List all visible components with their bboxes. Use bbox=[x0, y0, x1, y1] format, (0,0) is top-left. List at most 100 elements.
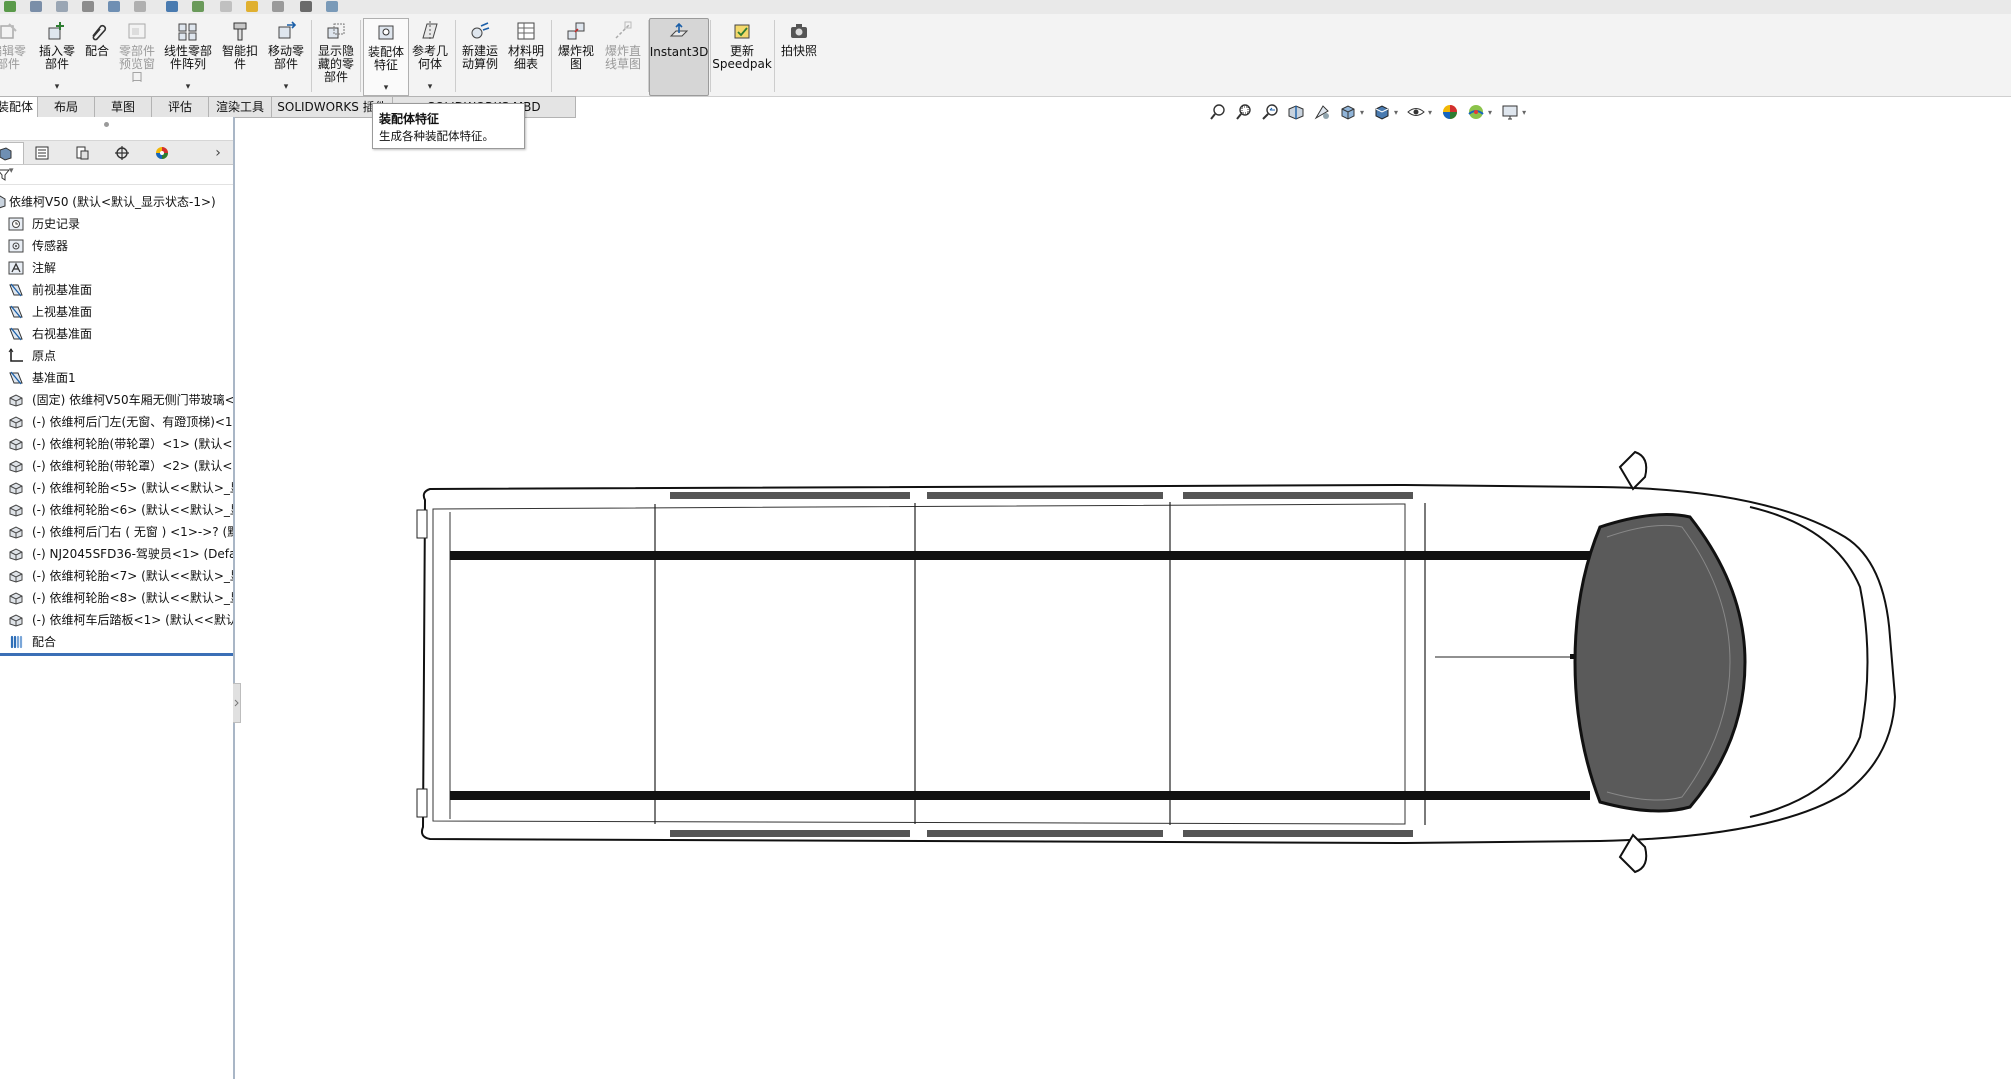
tree-item[interactable]: (-) 依维柯车后踏板<1> (默认<<默认 bbox=[0, 609, 233, 631]
ribbon-label: 移动零 部件 bbox=[267, 44, 304, 71]
panel-grip[interactable] bbox=[104, 122, 109, 127]
tree-item-label: (-) 依维柯后门右 ( 无窗 ) <1>->? (默 bbox=[32, 525, 233, 539]
tree-root[interactable]: 依维柯V50 (默认<默认_显示状态-1>) bbox=[0, 191, 233, 213]
tree-item[interactable]: 原点 bbox=[0, 345, 233, 367]
ribbon-divider bbox=[551, 20, 552, 92]
side-window bbox=[670, 492, 910, 499]
paperclip-icon bbox=[86, 20, 108, 42]
quick-icon[interactable] bbox=[246, 1, 258, 12]
tree-item-label: 前视基准面 bbox=[32, 283, 93, 297]
exploded-view-button[interactable]: 爆炸视 图 bbox=[554, 18, 598, 94]
tree-item[interactable]: (-) 依维柯轮胎<8> (默认<<默认>_显 bbox=[0, 587, 233, 609]
assembly-features-button[interactable]: 装配体 特征 ▾ bbox=[363, 18, 409, 96]
insert-component-icon bbox=[46, 20, 68, 42]
tree-item-label: (-) 依维柯轮胎<7> (默认<<默认>_显 bbox=[32, 569, 233, 583]
chevron-down-icon[interactable]: ▾ bbox=[1428, 108, 1432, 117]
chevron-down-icon[interactable]: ▾ bbox=[1522, 108, 1526, 117]
side-window bbox=[1183, 492, 1413, 499]
tree-item-label: (-) 依维柯轮胎(带轮罩）<1> (默认<< bbox=[32, 437, 233, 451]
property-manager-tab[interactable] bbox=[24, 142, 60, 163]
tree-item[interactable]: (-) 依维柯轮胎<6> (默认<<默认>_显 bbox=[0, 499, 233, 521]
chevron-down-icon[interactable]: ▾ bbox=[186, 81, 191, 94]
chevron-down-icon[interactable]: ▾ bbox=[1394, 108, 1398, 117]
tree-item[interactable]: (-) 依维柯轮胎<7> (默认<<默认>_显 bbox=[0, 565, 233, 587]
component-preview-button[interactable]: 零部件 预览窗 口 bbox=[114, 18, 160, 94]
quick-icon[interactable] bbox=[220, 1, 232, 12]
edit-component-button[interactable]: 编辑零 部件 bbox=[0, 18, 30, 94]
chevron-down-icon[interactable]: ▾ bbox=[55, 81, 60, 94]
tree-item[interactable]: 右视基准面 bbox=[0, 323, 233, 345]
chevron-down-icon[interactable]: ▾ bbox=[284, 81, 289, 94]
ribbon-label: 显示隐 藏的零 部件 bbox=[317, 44, 354, 84]
tree-item[interactable]: (-) 依维柯轮胎<5> (默认<<默认>_显 bbox=[0, 477, 233, 499]
quick-access-strip bbox=[0, 0, 2011, 15]
move-icon bbox=[275, 20, 297, 42]
display-manager-tab[interactable] bbox=[144, 142, 180, 163]
linear-pattern-button[interactable]: 线性零部 件阵列 ▾ bbox=[160, 18, 216, 94]
smart-fasteners-button[interactable]: 智能扣 件 bbox=[218, 18, 262, 94]
feature-manager-tab[interactable] bbox=[0, 142, 24, 164]
tree-item[interactable]: (-) 依维柯轮胎(带轮罩）<1> (默认<< bbox=[0, 433, 233, 455]
tree-item[interactable]: (-) 依维柯轮胎(带轮罩）<2> (默认<< bbox=[0, 455, 233, 477]
tree-item[interactable]: (-) 依维柯后门右 ( 无窗 ) <1>->? (默 bbox=[0, 521, 233, 543]
tree-item[interactable]: (-) 依维柯后门左(无窗、有蹬顶梯)<1: bbox=[0, 411, 233, 433]
show-hidden-components-button[interactable]: 显示隐 藏的零 部件 bbox=[314, 18, 358, 94]
reference-geometry-button[interactable]: 参考几 何体 ▾ bbox=[408, 18, 452, 94]
explode-line-sketch-button[interactable]: 爆炸直 线草图 bbox=[600, 18, 646, 94]
tree-item[interactable]: 配合 bbox=[0, 631, 233, 653]
tab-assembly[interactable]: 装配体 bbox=[0, 96, 38, 118]
chevron-down-icon[interactable]: ▾ bbox=[384, 82, 389, 95]
insert-component-button[interactable]: 插入零 部件 ▾ bbox=[34, 18, 80, 94]
quick-icon[interactable] bbox=[192, 1, 204, 12]
quick-icon[interactable] bbox=[134, 1, 146, 12]
quick-icon[interactable] bbox=[300, 1, 312, 12]
dimxpert-manager-tab[interactable] bbox=[104, 142, 140, 163]
update-speedpak-button[interactable]: 更新 Speedpak bbox=[712, 18, 772, 94]
tree-rollback-bar[interactable] bbox=[0, 653, 233, 656]
ribbon-label: 线性零部 件阵列 bbox=[163, 44, 212, 71]
tree-item[interactable]: 注解 bbox=[0, 257, 233, 279]
annotation-icon bbox=[8, 260, 24, 276]
graphics-area[interactable] bbox=[235, 117, 2011, 1079]
quick-icon[interactable] bbox=[56, 1, 68, 12]
chevron-right-icon[interactable]: › bbox=[206, 142, 230, 163]
tree-item[interactable]: 传感器 bbox=[0, 235, 233, 257]
tree-item[interactable]: 历史记录 bbox=[0, 213, 233, 235]
tree-item-label: (-) 依维柯轮胎(带轮罩）<2> (默认<< bbox=[32, 459, 233, 473]
tree-item[interactable]: 上视基准面 bbox=[0, 301, 233, 323]
tree-item[interactable]: (固定) 依维柯V50车厢无侧门带玻璃< bbox=[0, 389, 233, 411]
tab-layout[interactable]: 布局 bbox=[37, 96, 95, 118]
instant3d-button[interactable]: Instant3D bbox=[649, 18, 709, 96]
take-snapshot-button[interactable]: 拍快照 bbox=[776, 18, 822, 94]
tab-sketch[interactable]: 草图 bbox=[94, 96, 152, 118]
plane-icon bbox=[8, 370, 24, 386]
part-icon bbox=[8, 612, 24, 628]
quick-icon[interactable] bbox=[30, 1, 42, 12]
move-component-button[interactable]: 移动零 部件 ▾ bbox=[264, 18, 308, 94]
chevron-down-icon[interactable]: ▾ bbox=[1488, 108, 1492, 117]
tab-evaluate[interactable]: 评估 bbox=[151, 96, 209, 118]
tree-item[interactable]: 基准面1 bbox=[0, 367, 233, 389]
quick-icon[interactable] bbox=[326, 1, 338, 12]
mate-button[interactable]: 配合 bbox=[80, 18, 114, 94]
tree-filter[interactable]: ▾ bbox=[0, 166, 233, 185]
van-model-top-view[interactable] bbox=[235, 117, 2011, 1079]
chevron-down-icon[interactable]: ▾ bbox=[428, 81, 433, 94]
quick-icon[interactable] bbox=[82, 1, 94, 12]
side-window bbox=[927, 492, 1163, 499]
tree-item[interactable]: 前视基准面 bbox=[0, 279, 233, 301]
quick-icon[interactable] bbox=[166, 1, 178, 12]
tree-item-label: (-) 依维柯后门左(无窗、有蹬顶梯)<1: bbox=[32, 415, 233, 429]
quick-icon[interactable] bbox=[4, 1, 16, 12]
quick-icon[interactable] bbox=[108, 1, 120, 12]
quick-icon[interactable] bbox=[272, 1, 284, 12]
bill-of-materials-button[interactable]: 材料明 细表 bbox=[504, 18, 548, 94]
mates-icon bbox=[8, 634, 24, 650]
ribbon-label: 配合 bbox=[84, 44, 109, 58]
chevron-down-icon[interactable]: ▾ bbox=[1360, 108, 1364, 117]
tree-item[interactable]: (-) NJ2045SFD36-驾驶员<1> (Defau bbox=[0, 543, 233, 565]
configuration-manager-tab[interactable] bbox=[64, 142, 100, 163]
tree-root-label: 依维柯V50 (默认<默认_显示状态-1>) bbox=[9, 195, 216, 209]
tab-render-tools[interactable]: 渲染工具 bbox=[208, 96, 272, 118]
new-motion-study-button[interactable]: 新建运 动算例 bbox=[458, 18, 502, 94]
